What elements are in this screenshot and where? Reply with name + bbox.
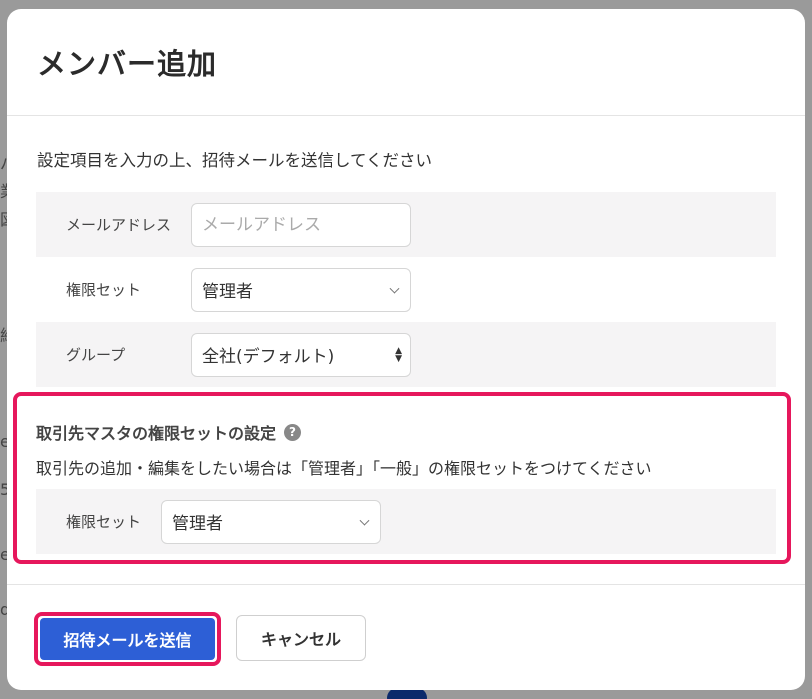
modal-footer: 招待メールを送信 キャンセル: [7, 584, 805, 690]
client-master-permission-value: 管理者: [172, 514, 223, 534]
group-label: グループ: [66, 346, 126, 364]
group-select[interactable]: 全社(デフォルト) ▲ ▼: [191, 332, 411, 377]
client-master-title-text: 取引先マスタの権限セットの設定: [36, 424, 277, 443]
modal-intro-text: 設定項目を入力の上、招待メールを送信してください: [37, 151, 433, 170]
email-field[interactable]: [202, 214, 410, 235]
client-master-permission-label: 権限セット: [66, 513, 142, 531]
client-master-permission-row: 権限セット 管理者: [36, 489, 776, 554]
send-invite-button[interactable]: 招待メールを送信: [40, 618, 215, 660]
email-field-wrap: [191, 202, 411, 247]
cancel-button[interactable]: キャンセル: [236, 615, 366, 661]
submit-button-highlight: 招待メールを送信: [34, 612, 221, 666]
client-master-permission-select[interactable]: 管理者: [161, 499, 381, 544]
email-row: メールアドレス: [36, 192, 776, 257]
permission-row: 権限セット 管理者: [36, 257, 776, 322]
group-row: グループ 全社(デフォルト) ▲ ▼: [36, 322, 776, 387]
member-form: メールアドレス 権限セット 管理者 グループ 全社(デフォルト) ▲▼: [36, 192, 776, 387]
email-label: メールアドレス: [66, 216, 172, 234]
permission-label: 権限セット: [66, 281, 142, 299]
permission-select[interactable]: 管理者: [191, 267, 411, 312]
permission-select-value: 管理者: [202, 282, 253, 302]
question-circle-icon[interactable]: ?: [284, 423, 302, 441]
modal-title: メンバー追加: [37, 47, 218, 81]
client-master-section-title: 取引先マスタの権限セットの設定 ?: [36, 420, 302, 444]
client-master-description: 取引先の追加・編集をしたい場合は「管理者」「一般」の権限セットをつけてください: [36, 459, 652, 478]
updown-arrows-icon: ▲ ▼: [395, 345, 402, 364]
chevron-down-icon: [389, 283, 400, 294]
group-select-value: 全社(デフォルト): [202, 347, 335, 367]
modal-header: メンバー追加: [7, 9, 805, 116]
chevron-down-icon: [359, 515, 370, 526]
